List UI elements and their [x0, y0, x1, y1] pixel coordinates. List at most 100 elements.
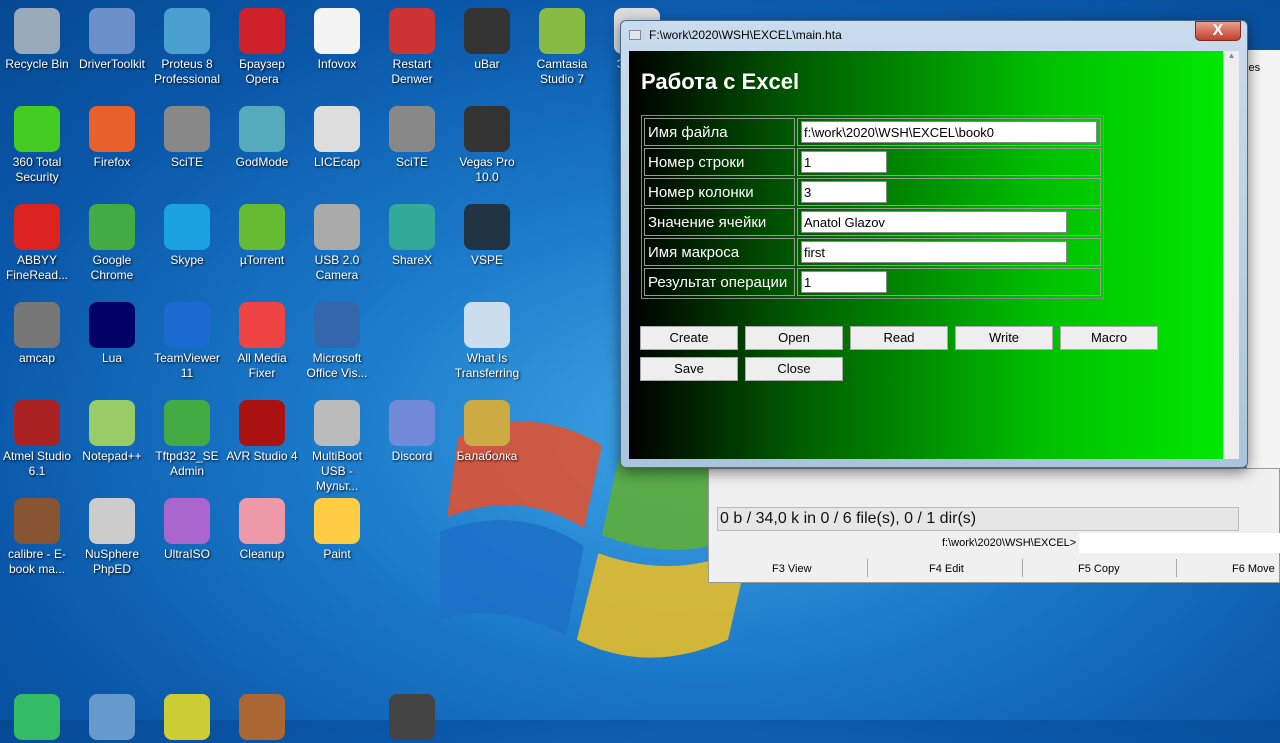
desktop-icon[interactable]: VSPE [450, 204, 524, 268]
form-table: Имя файла Номер строки Номер колонки Зна… [641, 115, 1104, 299]
desktop-icon[interactable] [150, 694, 224, 743]
desktop-icon[interactable] [375, 694, 449, 743]
open-button[interactable]: Open [745, 326, 843, 350]
desktop-icon[interactable]: ABBYY FineRead... [0, 204, 74, 283]
desktop-icon[interactable]: Lua [75, 302, 149, 366]
desktop-icon[interactable]: Балаболка [450, 400, 524, 464]
cell-value-input[interactable] [801, 211, 1067, 233]
desktop-icon[interactable]: ShareX [375, 204, 449, 268]
desktop-icon[interactable]: NuSphere PhpED [75, 498, 149, 577]
app-icon [239, 106, 285, 152]
f5-copy-button[interactable]: F5 Copy [1078, 563, 1120, 575]
desktop-icon[interactable]: µTorrent [225, 204, 299, 268]
column-number-input[interactable] [801, 181, 887, 203]
desktop-icon[interactable]: LICEcap [300, 106, 374, 170]
app-icon [239, 400, 285, 446]
desktop-icon-label: Recycle Bin [5, 57, 69, 71]
desktop-icon[interactable]: UltraISO [150, 498, 224, 562]
desktop-icon[interactable]: 360 Total Security [0, 106, 74, 185]
desktop-icon-label: Cleanup [239, 547, 285, 561]
close-button[interactable]: Close [745, 357, 843, 381]
command-path: f:\work\2020\WSH\EXCEL> [942, 537, 1077, 549]
desktop-icon[interactable]: What Is Transferring [450, 302, 524, 381]
desktop-icon-label: TeamViewer 11 [154, 351, 220, 380]
separator [867, 559, 868, 577]
app-icon [389, 106, 435, 152]
desktop-icon[interactable]: MultiBoot USB - Мульт... [300, 400, 374, 494]
desktop-icon[interactable]: amcap [0, 302, 74, 366]
desktop-icon[interactable] [75, 694, 149, 743]
read-button[interactable]: Read [850, 326, 948, 350]
row-number-input[interactable] [801, 151, 887, 173]
desktop-icon[interactable]: GodMode [225, 106, 299, 170]
app-icon [164, 498, 210, 544]
desktop-icon[interactable]: SciTE [150, 106, 224, 170]
row-row-number: Номер строки [644, 148, 1101, 176]
label-row-number: Номер строки [644, 148, 795, 176]
desktop-icon[interactable]: Discord [375, 400, 449, 464]
app-icon [14, 8, 60, 54]
close-window-button[interactable]: X [1195, 21, 1241, 41]
desktop-icon[interactable]: Vegas Pro 10.0 [450, 106, 524, 185]
macro-button[interactable]: Macro [1060, 326, 1158, 350]
desktop-icon[interactable]: Restart Denwer [375, 8, 449, 87]
app-icon [464, 400, 510, 446]
desktop-icon[interactable]: SciTE [375, 106, 449, 170]
filename-input[interactable] [801, 121, 1097, 143]
desktop-icon[interactable] [225, 694, 299, 743]
desktop-icon[interactable]: USB 2.0 Camera [300, 204, 374, 283]
f4-edit-button[interactable]: F4 Edit [929, 563, 964, 575]
desktop-icon[interactable]: Notepad++ [75, 400, 149, 464]
app-icon [314, 106, 360, 152]
app-icon [239, 694, 285, 740]
desktop-icon[interactable]: Tftpd32_SE Admin [150, 400, 224, 479]
desktop-icon-label: UltraISO [163, 547, 210, 561]
desktop-icon[interactable]: Paint [300, 498, 374, 562]
desktop-icon[interactable]: Google Chrome [75, 204, 149, 283]
desktop-icon[interactable]: Cleanup [225, 498, 299, 562]
row-cell-value: Значение ячейки [644, 208, 1101, 236]
desktop-icon-label: Discord [391, 449, 433, 463]
macro-name-input[interactable] [801, 241, 1067, 263]
desktop-icon[interactable]: calibre - E-book ma... [0, 498, 74, 577]
desktop-icon[interactable] [0, 694, 74, 743]
desktop-icon[interactable]: Skype [150, 204, 224, 268]
desktop-icon-label: ABBYY FineRead... [5, 253, 69, 282]
app-icon [164, 204, 210, 250]
desktop-icon-label: Firefox [93, 155, 131, 169]
desktop-icon[interactable]: Atmel Studio 6.1 [0, 400, 74, 479]
desktop-icon-label: Skype [170, 253, 204, 267]
title-bar[interactable]: F:\work\2020\WSH\EXCEL\main.hta [621, 21, 1247, 49]
f6-move-button[interactable]: F6 Move [1232, 563, 1275, 575]
desktop-icon[interactable]: Recycle Bin [0, 8, 74, 72]
desktop-icon-label: Google Chrome [90, 253, 134, 282]
app-icon [389, 204, 435, 250]
desktop-icon[interactable]: TeamViewer 11 [150, 302, 224, 381]
app-icon [89, 106, 135, 152]
desktop-icon[interactable]: Браузер Opera [225, 8, 299, 87]
desktop-icon[interactable]: uBar [450, 8, 524, 72]
vertical-scrollbar[interactable]: ▲ [1223, 51, 1239, 459]
save-button[interactable]: Save [640, 357, 738, 381]
desktop-icon-label: Tftpd32_SE Admin [155, 449, 219, 478]
app-icon [164, 400, 210, 446]
desktop-icon-label: Балаболка [456, 449, 518, 463]
desktop-icon[interactable]: Firefox [75, 106, 149, 170]
desktop-icon[interactable]: Proteus 8 Professional [150, 8, 224, 87]
total-commander-window: 0 b / 34,0 k in 0 / 6 file(s), 0 / 1 dir… [708, 468, 1280, 583]
result-input[interactable] [801, 271, 887, 293]
desktop-icon[interactable]: AVR Studio 4 [225, 400, 299, 464]
desktop-icon[interactable]: All Media Fixer [225, 302, 299, 381]
desktop-icon[interactable]: Camtasia Studio 7 [525, 8, 599, 87]
create-button[interactable]: Create [640, 326, 738, 350]
f3-view-button[interactable]: F3 View [772, 563, 812, 575]
app-icon [14, 694, 60, 740]
command-line-input[interactable] [1079, 533, 1280, 553]
desktop-icon[interactable]: DriverToolkit [75, 8, 149, 72]
app-icon [239, 302, 285, 348]
app-icon [164, 8, 210, 54]
separator [1022, 559, 1023, 577]
desktop-icon[interactable]: Microsoft Office Vis... [300, 302, 374, 381]
write-button[interactable]: Write [955, 326, 1053, 350]
desktop-icon[interactable]: Infovox [300, 8, 374, 72]
